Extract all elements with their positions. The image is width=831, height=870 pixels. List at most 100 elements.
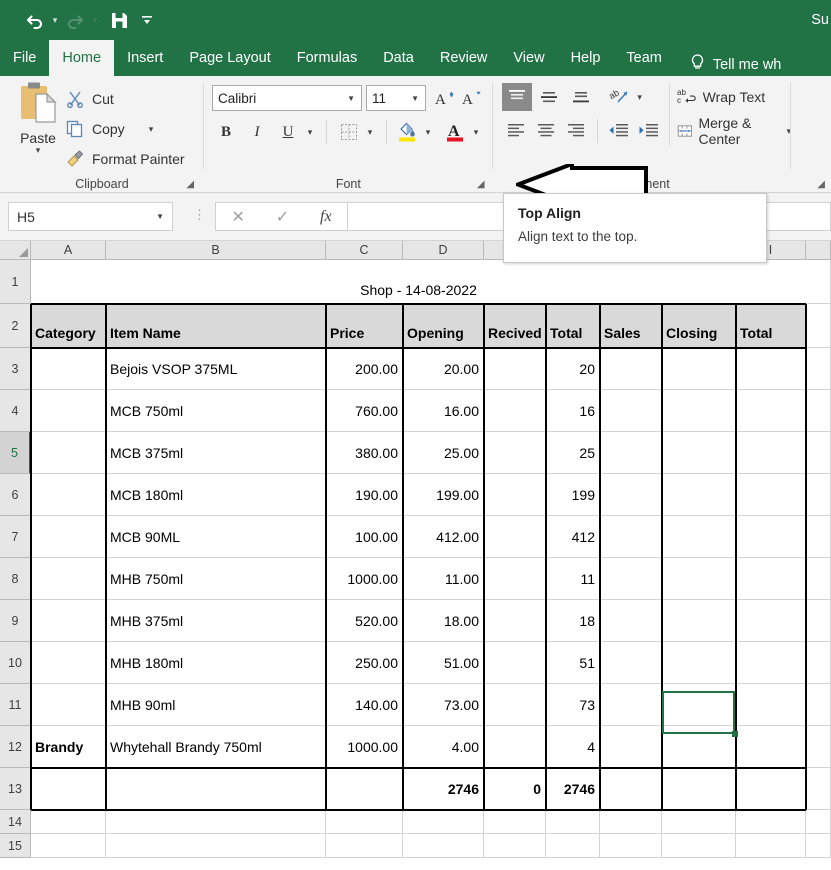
cell-B15[interactable]	[106, 834, 326, 858]
table-header-H[interactable]: Closing	[662, 304, 736, 348]
cell-G11[interactable]	[600, 684, 662, 726]
table-row[interactable]: MHB 750ml	[106, 558, 326, 600]
cell-G10[interactable]	[600, 642, 662, 684]
cell-A13[interactable]	[31, 768, 106, 810]
table-row[interactable]: 73.00	[403, 684, 484, 726]
bottom-align-button[interactable]	[566, 83, 596, 111]
table-row[interactable]: 140.00	[326, 684, 403, 726]
row-header-9[interactable]: 9	[0, 600, 31, 642]
cell-G7[interactable]	[600, 516, 662, 558]
column-header-d[interactable]: D	[403, 241, 484, 260]
tab-team[interactable]: Team	[613, 40, 674, 76]
name-box-dropdown-icon[interactable]: ▼	[156, 212, 172, 221]
table-row[interactable]: 18	[546, 600, 600, 642]
cut-button[interactable]: Cut	[66, 86, 114, 112]
tab-file[interactable]: File	[0, 40, 49, 76]
cell-I9[interactable]	[736, 600, 806, 642]
cell-E9[interactable]	[484, 600, 546, 642]
cell-G14[interactable]	[600, 810, 662, 834]
cell-A11[interactable]	[31, 684, 106, 726]
table-row[interactable]: MCB 750ml	[106, 390, 326, 432]
cell-G15[interactable]	[600, 834, 662, 858]
fill-color-button[interactable]	[394, 118, 420, 144]
table-row[interactable]: 199.00	[403, 474, 484, 516]
tab-view[interactable]: View	[500, 40, 557, 76]
cell-J6[interactable]	[806, 474, 831, 516]
table-row[interactable]: MHB 180ml	[106, 642, 326, 684]
cell-D15[interactable]	[403, 834, 484, 858]
underline-button[interactable]: U	[276, 120, 300, 144]
table-header-F[interactable]: Total	[546, 304, 600, 348]
totals-row-cell[interactable]: 0	[484, 768, 546, 810]
cell-J9[interactable]	[806, 600, 831, 642]
cell-G8[interactable]	[600, 558, 662, 600]
cell-G9[interactable]	[600, 600, 662, 642]
tab-data[interactable]: Data	[370, 40, 427, 76]
borders-button[interactable]	[336, 120, 362, 144]
font-color-button[interactable]: A	[442, 118, 468, 144]
table-row[interactable]: 73	[546, 684, 600, 726]
row-header-14[interactable]: 14	[0, 810, 31, 834]
table-row[interactable]: 250.00	[326, 642, 403, 684]
column-header-b[interactable]: B	[106, 241, 326, 260]
insert-function-icon[interactable]: fx	[320, 208, 332, 226]
cell-J4[interactable]	[806, 390, 831, 432]
table-row[interactable]: 199	[546, 474, 600, 516]
table-row[interactable]: Whytehall Brandy 750ml	[106, 726, 326, 768]
bold-button[interactable]: B	[214, 120, 238, 144]
font-size-combo[interactable]: 11 ▼	[366, 85, 427, 111]
cell-A10[interactable]	[31, 642, 106, 684]
cell-A6[interactable]	[31, 474, 106, 516]
cell-E12[interactable]	[484, 726, 546, 768]
cell-G12[interactable]	[600, 726, 662, 768]
cell-A7[interactable]	[31, 516, 106, 558]
cell-H8[interactable]	[662, 558, 736, 600]
increase-indent-button[interactable]	[634, 118, 662, 144]
table-row[interactable]: 16.00	[403, 390, 484, 432]
fill-handle[interactable]	[732, 731, 738, 737]
row-header-8[interactable]: 8	[0, 558, 31, 600]
table-row[interactable]: 100.00	[326, 516, 403, 558]
table-row[interactable]: Bejois VSOP 375ML	[106, 348, 326, 390]
decrease-font-size-button[interactable]: A	[459, 86, 485, 110]
cell-I3[interactable]	[736, 348, 806, 390]
table-row[interactable]: MHB 375ml	[106, 600, 326, 642]
name-box[interactable]: H5 ▼	[8, 202, 173, 231]
font-color-dropdown-icon[interactable]: ▾	[468, 120, 484, 144]
italic-button[interactable]: I	[245, 120, 269, 144]
table-header-A[interactable]: Category	[31, 304, 106, 348]
enter-icon[interactable]: ✓	[276, 207, 289, 227]
table-row[interactable]: 51.00	[403, 642, 484, 684]
cell-H4[interactable]	[662, 390, 736, 432]
table-row[interactable]: 20.00	[403, 348, 484, 390]
table-row[interactable]: MHB 90ml	[106, 684, 326, 726]
table-row[interactable]: 25.00	[403, 432, 484, 474]
cell-J8[interactable]	[806, 558, 831, 600]
cell-A3[interactable]	[31, 348, 106, 390]
cell-H3[interactable]	[662, 348, 736, 390]
cell-C14[interactable]	[326, 810, 403, 834]
cell-A9[interactable]	[31, 600, 106, 642]
table-row[interactable]: 412.00	[403, 516, 484, 558]
row-header-11[interactable]: 11	[0, 684, 31, 726]
cell-G3[interactable]	[600, 348, 662, 390]
cell-E3[interactable]	[484, 348, 546, 390]
cell-H15[interactable]	[662, 834, 736, 858]
cell-I15[interactable]	[736, 834, 806, 858]
cell-J5[interactable]	[806, 432, 831, 474]
table-row[interactable]: 4	[546, 726, 600, 768]
merge-center-button[interactable]: Merge & Center ▾	[677, 115, 791, 147]
orientation-button[interactable]: ab	[605, 83, 633, 111]
cell-F14[interactable]	[546, 810, 600, 834]
cell-H6[interactable]	[662, 474, 736, 516]
tab-insert[interactable]: Insert	[114, 40, 176, 76]
table-header-G[interactable]: Sales	[600, 304, 662, 348]
table-row[interactable]: 51	[546, 642, 600, 684]
totals-row-cell[interactable]: 2746	[546, 768, 600, 810]
table-header-D[interactable]: Opening	[403, 304, 484, 348]
row-header-7[interactable]: 7	[0, 516, 31, 558]
font-name-combo[interactable]: Calibri ▼	[212, 85, 363, 111]
row-header-6[interactable]: 6	[0, 474, 31, 516]
cell-E6[interactable]	[484, 474, 546, 516]
table-header-I[interactable]: Total	[736, 304, 806, 348]
